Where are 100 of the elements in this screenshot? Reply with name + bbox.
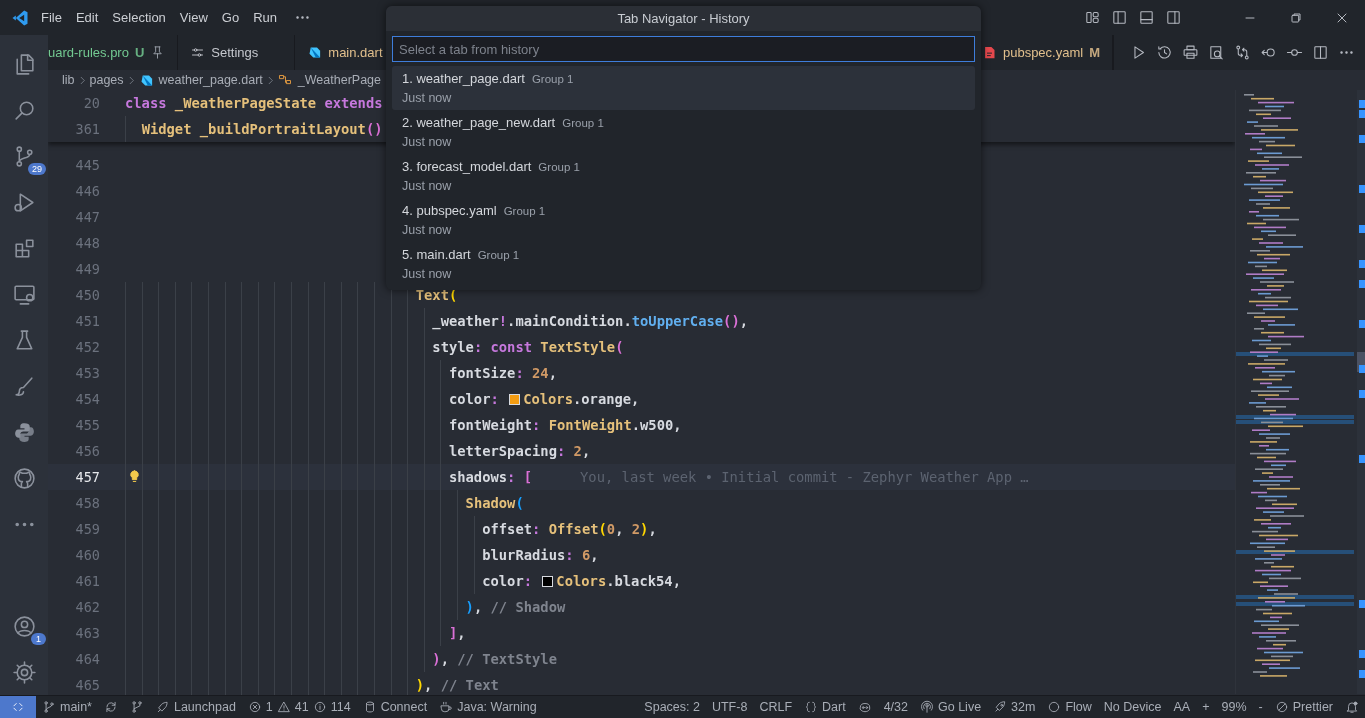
breadcrumb-item[interactable]: pages xyxy=(89,73,124,87)
history-item[interactable]: 1. weather_page.dart Group 1 Just now xyxy=(392,66,975,110)
code-text: Colors.orange, xyxy=(523,391,640,407)
line-number: 460 xyxy=(75,547,100,563)
cat-icon[interactable] xyxy=(11,465,37,491)
account-icon[interactable] xyxy=(11,613,37,639)
line-number: 457 xyxy=(75,469,100,485)
status-item[interactable]: Flow xyxy=(1041,696,1098,718)
line-number: 445 xyxy=(75,157,100,173)
code-text: fontWeight: FontWeight.w500, xyxy=(448,417,682,433)
sidebar-icon[interactable] xyxy=(1111,9,1128,26)
warning-icon xyxy=(276,700,291,714)
code-text: Widget _buildPortraitLayout() xyxy=(141,121,383,137)
status-item[interactable]: Dart xyxy=(798,696,852,718)
status-item[interactable]: 4/32 xyxy=(877,696,914,718)
line-number: 447 xyxy=(75,209,100,225)
editor-tab[interactable]: main.dart xyxy=(295,35,387,70)
code-text: fontSize: 24, xyxy=(448,365,557,381)
line-number: 464 xyxy=(75,651,100,667)
history-item[interactable]: 2. weather_page_new.dart Group 1 Just now xyxy=(392,110,975,154)
status-item[interactable]: No Device xyxy=(1097,696,1168,718)
code-text: letterSpacing: 2, xyxy=(448,443,591,459)
copilot-icon xyxy=(857,700,872,714)
compare-icon[interactable] xyxy=(1234,44,1251,61)
git-graph-icon xyxy=(129,700,144,714)
branch-icon xyxy=(42,700,56,714)
status-item[interactable]: + xyxy=(1196,696,1216,718)
lightbulb-icon[interactable] xyxy=(127,469,142,484)
line-number: 361 xyxy=(75,121,100,137)
code-text: ), // TextStyle xyxy=(432,651,557,667)
menu-item[interactable]: View xyxy=(172,10,215,25)
line-number: 455 xyxy=(75,417,100,433)
search-document-icon[interactable] xyxy=(1208,44,1225,61)
count-badge: 29 xyxy=(28,163,46,175)
code-text: class _WeatherPageState extends xyxy=(125,95,383,111)
menu-item[interactable]: Edit xyxy=(68,10,106,25)
line-number: 454 xyxy=(75,391,100,407)
status-item[interactable]: Connect xyxy=(356,696,434,718)
history-icon[interactable] xyxy=(1156,44,1173,61)
line-number: 465 xyxy=(75,677,100,693)
status-item[interactable]: Go Live xyxy=(914,696,988,718)
problems-status[interactable]: 1 41 114 xyxy=(241,696,357,718)
history-item[interactable]: 3. forecast_model.dart Group 1 Just now xyxy=(392,154,975,198)
coffee-cup-icon xyxy=(439,700,454,714)
panel-icon[interactable] xyxy=(1138,9,1155,26)
line-number: 451 xyxy=(75,313,100,329)
braces-icon xyxy=(804,700,819,714)
breadcrumb-item[interactable]: _WeatherPage xyxy=(297,73,381,87)
minimap-drawing[interactable] xyxy=(1235,90,1354,694)
history-item[interactable]: 5. main.dart Group 1 Just now xyxy=(392,242,975,286)
status-item[interactable]: AA xyxy=(1167,696,1197,718)
status-item[interactable]: Spaces: 2 xyxy=(638,696,706,718)
dart-icon xyxy=(307,45,323,60)
line-number: 452 xyxy=(75,339,100,355)
overview-ruler[interactable] xyxy=(1357,90,1365,694)
color-swatch[interactable] xyxy=(509,393,521,405)
code-text: blurRadius: 6, xyxy=(482,547,599,563)
status-item[interactable]: UTF-8 xyxy=(705,696,754,718)
status-item[interactable]: Launchpad xyxy=(149,696,242,718)
sliders-icon xyxy=(190,45,206,60)
breadcrumb-item[interactable]: weather_page.dart xyxy=(158,73,263,87)
search-field[interactable]: Select a tab from history xyxy=(392,36,975,62)
error-icon xyxy=(247,700,262,714)
status-item[interactable]: CRLF xyxy=(753,696,799,718)
status-item[interactable]: 99% xyxy=(1215,696,1253,718)
panel-title: Tab Navigator - History xyxy=(386,6,981,31)
history-item[interactable]: 4. pubspec.yaml Group 1 Just now xyxy=(392,198,975,242)
settings-icon[interactable] xyxy=(11,659,37,685)
line-number: 453 xyxy=(75,365,100,381)
code-text: ), // Text xyxy=(415,677,499,693)
printer-icon[interactable] xyxy=(1182,44,1199,61)
color-swatch[interactable] xyxy=(542,575,554,587)
breadcrumb-item[interactable]: lib xyxy=(62,73,75,87)
code-text: color: xyxy=(448,391,500,407)
status-item[interactable]: Prettier xyxy=(1268,696,1339,718)
code-text: color: xyxy=(482,573,534,589)
line-number: 446 xyxy=(75,183,100,199)
code-text: Colors.black54, xyxy=(556,573,681,589)
layout-icon[interactable] xyxy=(1084,9,1101,26)
code-text: style: const TextStyle( xyxy=(432,339,624,355)
secondary-sidebar-icon[interactable] xyxy=(1165,9,1182,26)
remote-icon xyxy=(11,700,25,714)
line-number: 463 xyxy=(75,625,100,641)
split-editor-icon[interactable] xyxy=(1312,44,1329,61)
menu-item[interactable]: File xyxy=(34,10,69,25)
code-text: ], xyxy=(448,625,466,641)
menu-item[interactable]: Go xyxy=(214,10,247,25)
status-item[interactable]: - xyxy=(1252,696,1269,718)
rocket-icon xyxy=(993,700,1008,714)
sync-icon xyxy=(103,700,118,714)
code-text: offset: Offset(0, 2), xyxy=(482,521,657,537)
circle-icon xyxy=(1047,700,1062,714)
line-number: 448 xyxy=(75,235,100,251)
menu-item[interactable]: Run xyxy=(246,10,284,25)
code-text: _weather!.mainCondition.toUpperCase(), xyxy=(432,313,749,329)
menu-item[interactable]: Selection xyxy=(105,10,173,25)
info-icon xyxy=(312,700,327,714)
status-item[interactable]: 32m xyxy=(987,696,1042,718)
status-item[interactable]: main* xyxy=(36,696,98,718)
status-item[interactable]: Java: Warning xyxy=(433,696,543,718)
